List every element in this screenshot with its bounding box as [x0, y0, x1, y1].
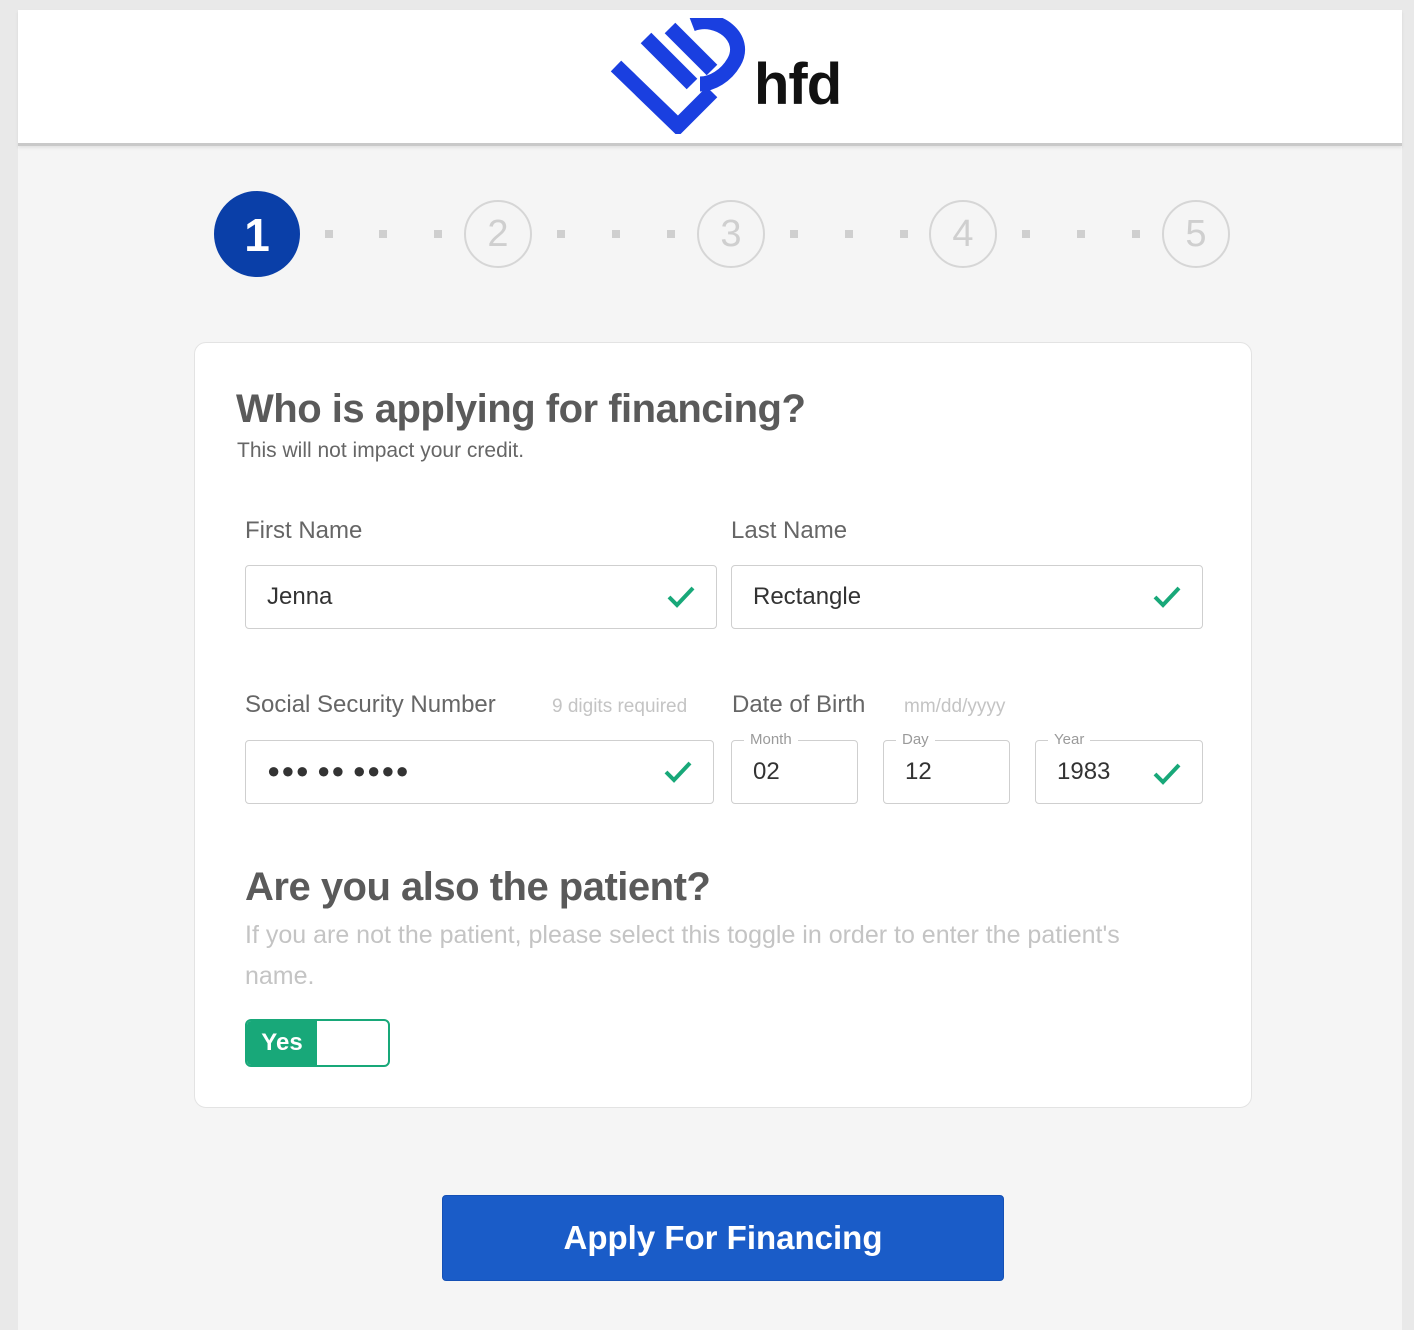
step-dot: [1132, 230, 1140, 238]
step-dot: [1077, 230, 1085, 238]
form-subtitle: This will not impact your credit.: [237, 439, 525, 462]
step-dot: [1022, 230, 1030, 238]
dob-year-legend: Year: [1048, 731, 1091, 749]
dob-hint: mm/dd/yyyy: [904, 696, 1006, 717]
toggle-on-label: Yes: [247, 1021, 317, 1065]
patient-question-description: If you are not the patient, please selec…: [245, 921, 1120, 990]
applicant-form-card: Who is applying for financing? This will…: [194, 342, 1252, 1108]
dob-label: Date of Birth: [732, 691, 866, 718]
dob-day-field[interactable]: Day 12: [883, 731, 1010, 804]
step-dot: [379, 230, 387, 238]
hfd-logo-icon: [610, 18, 745, 134]
first-name-label: First Name: [245, 517, 363, 544]
step-5[interactable]: 5: [1162, 200, 1230, 268]
step-3[interactable]: 3: [697, 200, 765, 268]
step-dot: [325, 230, 333, 238]
dob-day-legend: Day: [896, 731, 935, 749]
patient-toggle[interactable]: Yes: [245, 1019, 390, 1067]
first-name-value: Jenna: [267, 583, 333, 610]
check-icon: [667, 586, 695, 608]
check-icon: [664, 761, 692, 783]
step-4[interactable]: 4: [929, 200, 997, 268]
dob-month-field[interactable]: Month 02: [731, 731, 858, 804]
step-dot: [667, 230, 675, 238]
step-dot: [557, 230, 565, 238]
check-icon: [1153, 586, 1181, 608]
step-2[interactable]: 2: [464, 200, 532, 268]
last-name-value: Rectangle: [753, 583, 862, 610]
ssn-masked-value: ●●● ●● ●●●●: [267, 758, 410, 783]
dob-month-legend: Month: [744, 731, 798, 749]
ssn-field[interactable]: ●●● ●● ●●●●: [245, 740, 714, 804]
patient-question-title: Are you also the patient?: [245, 865, 711, 909]
step-dot: [900, 230, 908, 238]
progress-stepper: 1 2 3 4 5: [18, 191, 1402, 290]
apply-for-financing-button[interactable]: Apply For Financing: [442, 1195, 1004, 1281]
form-title: Who is applying for financing?: [236, 387, 806, 431]
last-name-label: Last Name: [731, 517, 848, 544]
page-frame: hfd 1 2 3 4 5 Who is applying for financ…: [18, 10, 1402, 1330]
dob-year-field[interactable]: Year 1983: [1035, 731, 1203, 804]
first-name-field[interactable]: Jenna: [245, 565, 717, 629]
step-dot: [612, 230, 620, 238]
brand-logo[interactable]: hfd: [608, 18, 848, 134]
step-1[interactable]: 1: [214, 191, 300, 277]
ssn-hint: 9 digits required: [552, 696, 688, 717]
ssn-label: Social Security Number: [245, 691, 496, 718]
step-dot: [434, 230, 442, 238]
last-name-field[interactable]: Rectangle: [731, 565, 1203, 629]
dob-day-value: 12: [905, 758, 932, 785]
brand-name: hfd: [754, 52, 842, 117]
dob-month-value: 02: [753, 758, 780, 785]
step-dot: [790, 230, 798, 238]
step-dot: [845, 230, 853, 238]
dob-year-value: 1983: [1057, 758, 1111, 785]
check-icon: [1153, 763, 1181, 785]
header: hfd: [18, 10, 1402, 146]
